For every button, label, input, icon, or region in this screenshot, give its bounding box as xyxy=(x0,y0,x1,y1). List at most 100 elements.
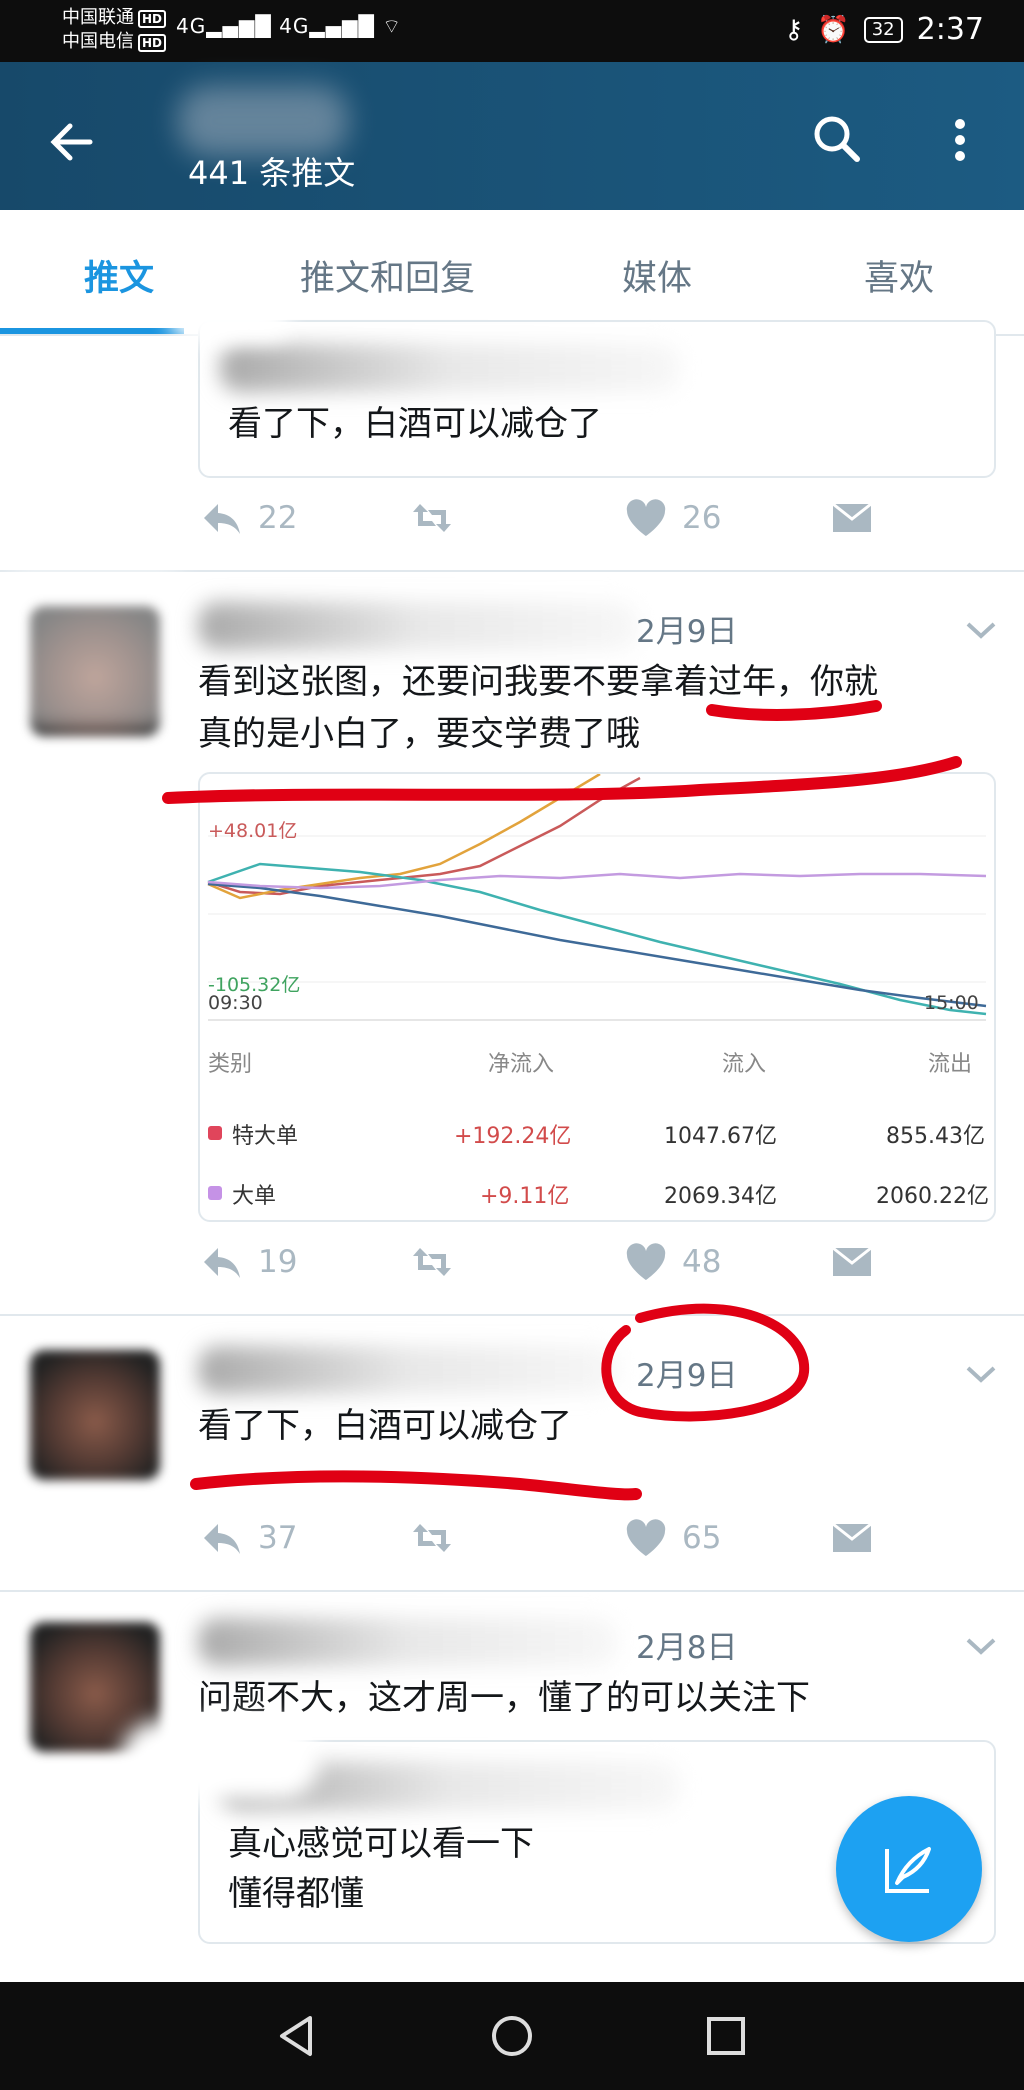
recents-square-icon[interactable] xyxy=(704,2014,748,2058)
annotation-underline-third xyxy=(190,1470,642,1501)
dm-button[interactable] xyxy=(830,498,874,538)
tweet-actions: 37 65 xyxy=(200,1518,900,1568)
row-net: +9.11亿 xyxy=(480,1184,570,1209)
back-triangle-icon[interactable] xyxy=(276,2014,320,2058)
more-vertical-icon[interactable] xyxy=(940,110,980,170)
dm-button[interactable] xyxy=(830,1518,874,1558)
system-nav-bar xyxy=(0,1982,1024,2090)
envelope-icon xyxy=(832,1522,872,1552)
carrier-1: 中国联通 xyxy=(62,7,134,28)
like-count: 26 xyxy=(682,500,722,536)
chart-image[interactable]: +48.01亿 -105.32亿 09:30 15:00 类别 净流入 流入 流… xyxy=(198,772,996,1222)
profile-tabs: 推文 推文和回复 媒体 喜欢 xyxy=(0,210,1024,336)
status-bar: 中国联通 HD 中国电信 HD 4G▂▄▆█ 4G▂▄▆█ ⌔ ⚷ ⏰ 32 2:3… xyxy=(0,0,1024,62)
quoted-author-redacted xyxy=(220,344,680,392)
like-count: 65 xyxy=(682,1520,722,1556)
search-icon[interactable] xyxy=(808,110,868,170)
chevron-down-icon[interactable] xyxy=(964,1362,998,1386)
author-name-redacted xyxy=(198,602,638,650)
like-button[interactable]: 65 xyxy=(624,1518,721,1558)
row-in: 1047.67亿 xyxy=(664,1124,777,1149)
col-header-in: 流入 xyxy=(722,1052,767,1077)
hd-badge: HD xyxy=(138,10,167,28)
author-name-redacted xyxy=(198,1618,618,1666)
chart-end-time: 15:00 xyxy=(924,992,979,1014)
retweet-button[interactable] xyxy=(410,498,454,538)
compose-tweet-button[interactable] xyxy=(836,1796,982,1942)
row-name: 大单 xyxy=(232,1184,277,1209)
quoted-tweet-card[interactable]: 看了下，白酒可以减仓了 xyxy=(198,320,996,478)
retweet-icon xyxy=(413,1524,451,1552)
tab-media[interactable]: 媒体 xyxy=(622,250,692,301)
row-out: 855.43亿 xyxy=(886,1124,985,1149)
key-icon: ⚷ xyxy=(784,14,804,45)
hd-badge: HD xyxy=(138,34,167,52)
reply-count: 37 xyxy=(258,1520,298,1556)
quoted-tweet-text: 看了下，白酒可以减仓了 xyxy=(228,404,602,444)
home-circle-icon[interactable] xyxy=(490,2014,534,2058)
chart-top-value: +48.01亿 xyxy=(208,820,298,842)
chevron-down-icon[interactable] xyxy=(964,1634,998,1658)
row-name: 特大单 xyxy=(232,1124,299,1149)
row-out: 2060.22亿 xyxy=(876,1184,989,1209)
avatar[interactable] xyxy=(30,1350,160,1480)
tab-likes[interactable]: 喜欢 xyxy=(864,250,934,301)
active-tab-indicator xyxy=(0,328,184,334)
profile-name-redacted xyxy=(178,86,348,156)
col-header-category: 类别 xyxy=(208,1052,253,1077)
author-name-redacted xyxy=(198,1346,618,1394)
chevron-down-icon[interactable] xyxy=(964,618,998,642)
network-type-1: 4G xyxy=(176,14,207,38)
tweet-date[interactable]: 2月8日 xyxy=(636,1622,737,1667)
reply-count: 22 xyxy=(258,500,298,536)
tweet-date[interactable]: 2月9日 xyxy=(636,606,737,651)
tab-tweets[interactable]: 推文 xyxy=(84,250,154,301)
tweet-actions: 19 48 xyxy=(200,1242,900,1292)
reply-icon xyxy=(204,1248,240,1278)
fund-flow-chart xyxy=(207,774,987,1021)
retweet-button[interactable] xyxy=(410,1518,454,1558)
tweet-divider xyxy=(0,1590,1024,1592)
tweet-text: 看了下，白酒可以减仓了 xyxy=(198,1406,572,1446)
like-count: 48 xyxy=(682,1244,722,1280)
retweet-button[interactable] xyxy=(410,1242,454,1282)
alarm-icon: ⏰ xyxy=(817,14,850,45)
tweet-date[interactable]: 2月9日 xyxy=(636,1350,737,1395)
network-type-2: 4G xyxy=(279,14,310,38)
compose-feather-icon xyxy=(885,1847,931,1893)
reply-button[interactable]: 37 xyxy=(200,1518,297,1558)
col-header-net: 净流入 xyxy=(488,1052,555,1077)
tweet-divider xyxy=(0,1314,1024,1316)
clock: 2:37 xyxy=(916,12,984,47)
row-net: +192.24亿 xyxy=(454,1124,572,1149)
redaction-blot xyxy=(170,300,290,340)
reply-button[interactable]: 22 xyxy=(200,498,297,538)
legend-swatch-purple xyxy=(208,1186,222,1200)
redaction-blot xyxy=(120,1720,320,1800)
tweet-text: 问题不大，这才周一，懂了的可以关注下 xyxy=(198,1678,810,1718)
quoted-text-line-1: 真心感觉可以看一下 xyxy=(228,1824,534,1864)
chart-start-time: 09:30 xyxy=(208,992,263,1014)
retweet-icon xyxy=(413,1248,451,1276)
back-arrow-icon[interactable] xyxy=(46,116,98,168)
series-line-blue xyxy=(207,882,987,1008)
app-bar: 441 条推文 xyxy=(0,62,1024,210)
col-header-out: 流出 xyxy=(928,1052,973,1077)
reply-button[interactable]: 19 xyxy=(200,1242,297,1282)
tab-tweets-and-replies[interactable]: 推文和回复 xyxy=(300,250,475,301)
heart-icon xyxy=(626,499,666,536)
envelope-icon xyxy=(832,1246,872,1276)
legend-swatch-red xyxy=(208,1126,222,1140)
heart-icon xyxy=(626,1243,666,1280)
like-button[interactable]: 48 xyxy=(624,1242,721,1282)
carrier-2: 中国电信 xyxy=(62,31,134,52)
dm-button[interactable] xyxy=(830,1242,874,1282)
row-in: 2069.34亿 xyxy=(664,1184,777,1209)
reply-count: 19 xyxy=(258,1244,298,1280)
battery-icon: 32 xyxy=(863,16,903,43)
redaction-blot xyxy=(0,560,190,730)
envelope-icon xyxy=(832,502,872,532)
like-button[interactable]: 26 xyxy=(624,498,721,538)
tweet-actions: 22 26 xyxy=(200,498,900,548)
signal-icon: 4G▂▄▆█ 4G▂▄▆█ ⌔ xyxy=(176,14,403,38)
